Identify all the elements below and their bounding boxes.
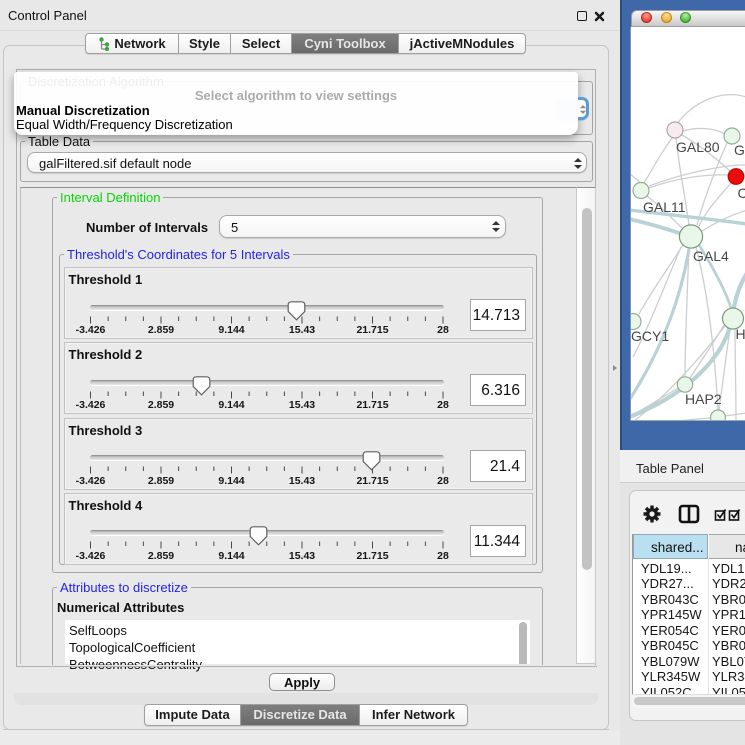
svg-text:CR: CR (738, 185, 745, 201)
svg-text:H: H (736, 326, 745, 342)
svg-text:GAL11: GAL11 (643, 199, 686, 215)
svg-text:GCY1: GCY1 (631, 328, 669, 344)
svg-text:GA: GA (734, 142, 745, 158)
svg-text:HAP2: HAP2 (685, 391, 722, 407)
svg-text:GAL4: GAL4 (693, 248, 729, 264)
svg-text:GAL80: GAL80 (676, 139, 720, 155)
